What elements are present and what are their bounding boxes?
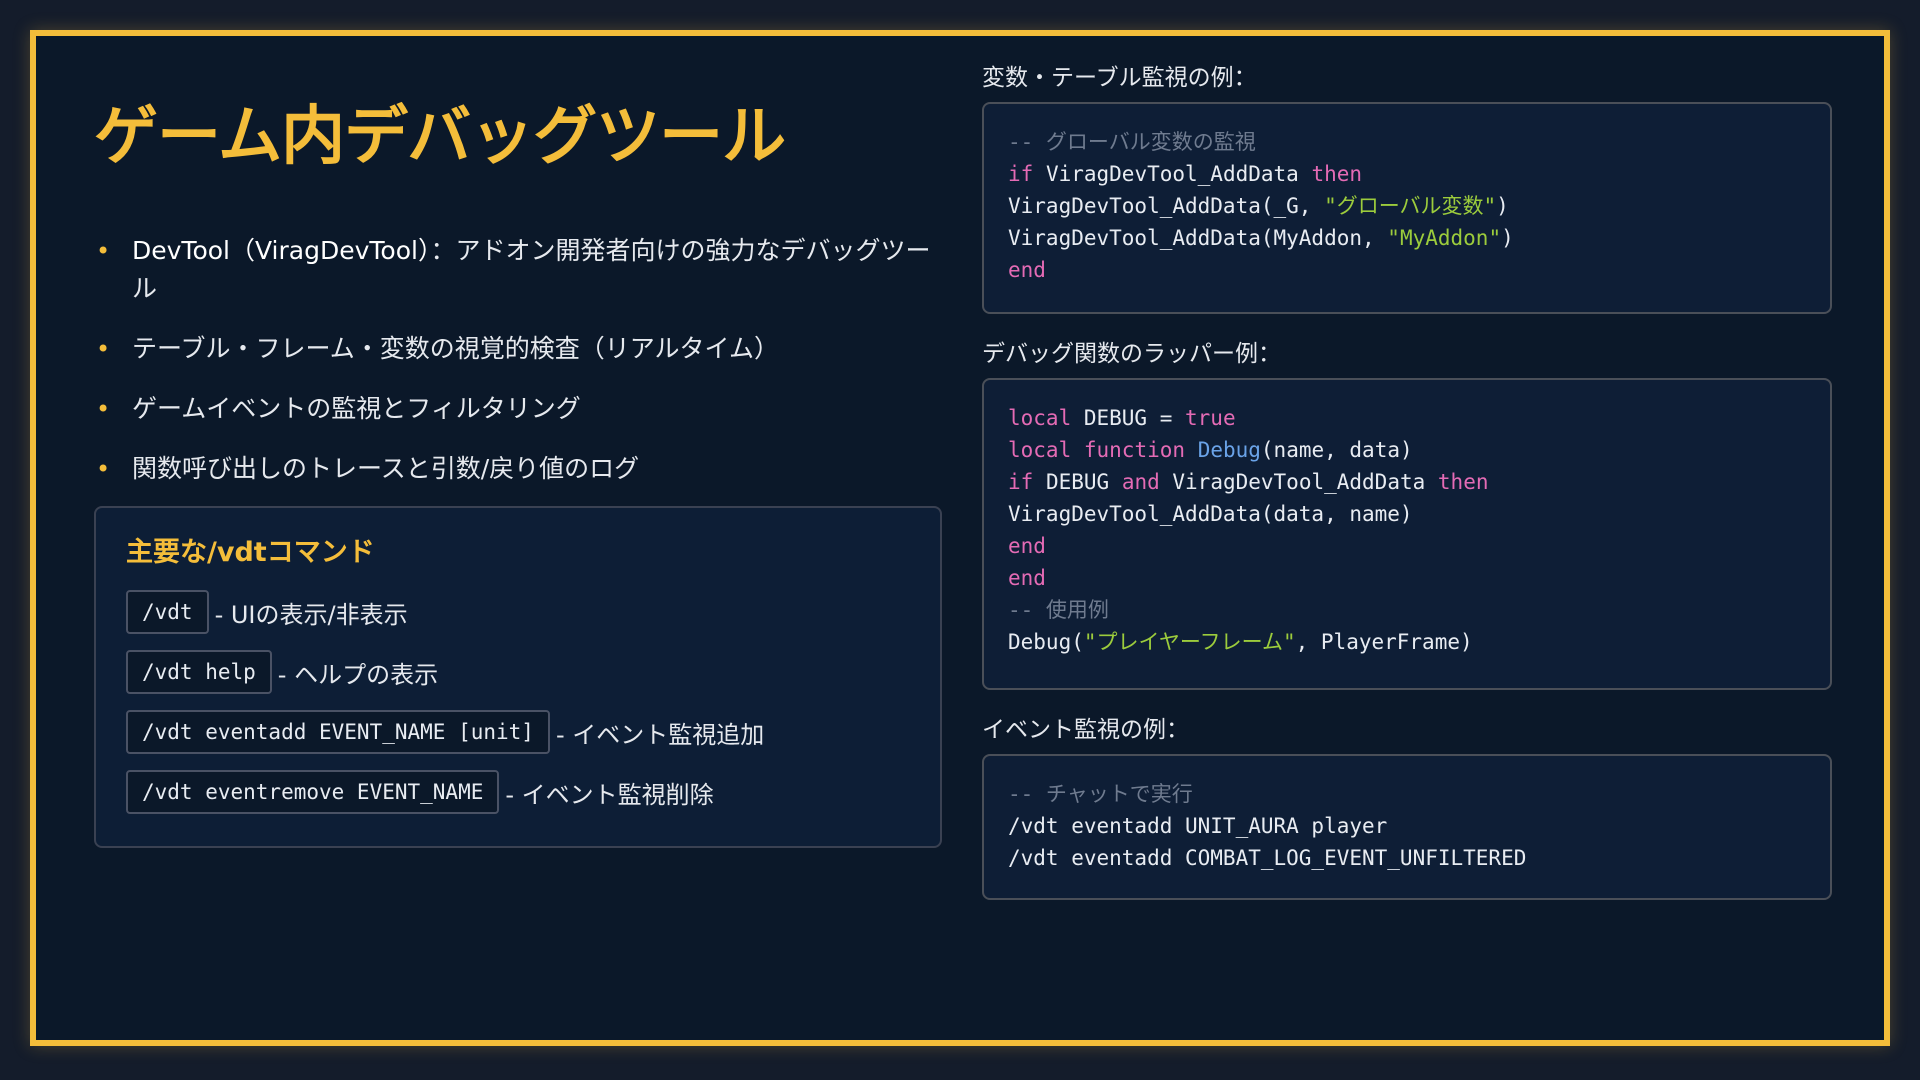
code-token: Debug( <box>1008 630 1084 654</box>
code-token: -- チャットで実行 <box>1008 782 1193 806</box>
code-line: end <box>1008 254 1806 286</box>
code-token: true <box>1185 406 1236 430</box>
code-token: /vdt eventadd COMBAT_LOG_EVENT_UNFILTERE… <box>1008 846 1527 870</box>
code-token: ViragDevTool_AddData(MyAddon, <box>1008 226 1388 250</box>
code-token: , PlayerFrame) <box>1295 630 1473 654</box>
code-token: "グローバル変数" <box>1324 194 1497 218</box>
command-row: /vdt - UIの表示/非表示 <box>126 589 910 635</box>
bullet-icon: • <box>96 395 111 424</box>
code-line: ViragDevTool_AddData(_G, "グローバル変数") <box>1008 190 1806 222</box>
code-token: ViragDevTool_AddData(_G, <box>1008 194 1325 218</box>
bullet-icon: • <box>96 455 111 484</box>
code-token: Debug <box>1197 438 1261 462</box>
list-item: • 関数呼び出しのトレースと引数/戻り値のログ <box>94 450 946 488</box>
code-token: "プレイヤーフレーム" <box>1083 630 1296 654</box>
list-item: • DevTool（ViragDevTool）：アドオン開発者向けの強力なデバッグ… <box>94 232 946 308</box>
code-token: if <box>1008 470 1034 494</box>
code-line: local function Debug(name, data) <box>1008 434 1806 466</box>
code-token: then <box>1437 470 1489 494</box>
bullet-text: テーブル・フレーム・変数の視覚的検査（リアルタイム） <box>132 334 780 364</box>
code-line: end <box>1008 562 1806 594</box>
code-line: if ViragDevTool_AddData then <box>1008 158 1806 190</box>
page-title: ゲーム内デバッグツール <box>94 100 786 174</box>
left-column: ゲーム内デバッグツール • DevTool（ViragDevTool）：アドオン開… <box>94 66 946 848</box>
code-token: DEBUG <box>1033 470 1122 494</box>
command-description: - イベント監視削除 <box>505 780 714 809</box>
code-line: ViragDevTool_AddData(MyAddon, "MyAddon") <box>1008 222 1806 254</box>
code-line: local DEBUG = true <box>1008 402 1806 434</box>
command-code: /vdt help <box>126 650 272 694</box>
code-line: -- チャットで実行 <box>1008 778 1806 810</box>
code-line: if DEBUG and ViragDevTool_AddData then <box>1008 466 1806 498</box>
code-token: and <box>1121 470 1160 494</box>
bullet-lead: DevTool（ViragDevTool） <box>132 236 431 266</box>
example-label-debug-wrapper: デバッグ関数のラッパー例： <box>982 341 1281 367</box>
code-token: ) <box>1496 194 1509 218</box>
right-column: 変数・テーブル監視の例： -- グローバル変数の監視 if ViragDevToo… <box>982 62 1832 900</box>
code-line: ViragDevTool_AddData(data, name) <box>1008 498 1806 530</box>
code-token: "MyAddon" <box>1387 226 1502 250</box>
code-line: Debug("プレイヤーフレーム", PlayerFrame) <box>1008 626 1806 658</box>
code-line: end <box>1008 530 1806 562</box>
command-code: /vdt <box>126 590 209 634</box>
command-panel: 主要な/vdtコマンド /vdt - UIの表示/非表示 /vdt help -… <box>94 506 942 848</box>
code-token: ViragDevTool_AddData <box>1159 470 1438 494</box>
bullet-icon: • <box>96 335 111 364</box>
command-row: /vdt help - ヘルプの表示 <box>126 649 910 695</box>
code-token: /vdt eventadd UNIT_AURA player <box>1008 814 1388 838</box>
code-token: -- グローバル変数の監視 <box>1008 130 1256 154</box>
command-description: - ヘルプの表示 <box>277 660 439 689</box>
code-token: DEBUG = <box>1071 406 1186 430</box>
example-label-variables: 変数・テーブル監視の例： <box>982 65 1257 91</box>
code-token: then <box>1311 162 1363 186</box>
code-token: end <box>1008 258 1046 282</box>
bullet-text: ゲームイベントの監視とフィルタリング <box>132 394 581 424</box>
code-block-variables: -- グローバル変数の監視 if ViragDevTool_AddData the… <box>982 102 1832 314</box>
command-row: /vdt eventadd EVENT_NAME [unit] - イベント監視… <box>126 709 910 755</box>
bullet-icon: • <box>96 237 111 266</box>
example-label-event-monitor: イベント監視の例： <box>982 717 1189 743</box>
code-token: function <box>1083 438 1186 462</box>
list-item: • ゲームイベントの監視とフィルタリング <box>94 390 946 428</box>
command-code: /vdt eventremove EVENT_NAME <box>126 770 500 814</box>
command-code: /vdt eventadd EVENT_NAME [unit] <box>126 710 550 754</box>
command-description: - イベント監視追加 <box>555 720 765 749</box>
code-token: local <box>1008 438 1072 462</box>
code-token: (name, data) <box>1260 438 1413 462</box>
code-token: ) <box>1501 226 1514 250</box>
code-block-event-monitor: -- チャットで実行/vdt eventadd UNIT_AURA player… <box>982 754 1832 900</box>
code-token: local <box>1008 406 1072 430</box>
command-panel-heading: 主要な/vdtコマンド <box>126 537 375 568</box>
slide-frame: ゲーム内デバッグツール • DevTool（ViragDevTool）：アドオン開… <box>30 30 1890 1046</box>
list-item: • テーブル・フレーム・変数の視覚的検査（リアルタイム） <box>94 330 946 368</box>
feature-list: • DevTool（ViragDevTool）：アドオン開発者向けの強力なデバッグ… <box>94 232 946 488</box>
code-token: ViragDevTool_AddData(data, name) <box>1008 502 1413 526</box>
code-token: -- 使用例 <box>1008 598 1109 622</box>
code-token: if <box>1008 162 1034 186</box>
code-line: /vdt eventadd UNIT_AURA player <box>1008 810 1806 842</box>
command-row: /vdt eventremove EVENT_NAME - イベント監視削除 <box>126 769 910 815</box>
code-line: -- グローバル変数の監視 <box>1008 126 1806 158</box>
command-description: - UIの表示/非表示 <box>214 600 408 629</box>
code-token: end <box>1008 534 1046 558</box>
bullet-text: 関数呼び出しのトレースと引数/戻り値のログ <box>132 454 640 484</box>
code-token: end <box>1008 566 1046 590</box>
code-line: /vdt eventadd COMBAT_LOG_EVENT_UNFILTERE… <box>1008 842 1806 874</box>
code-block-debug-wrapper: local DEBUG = true local function Debug(n… <box>982 378 1832 690</box>
code-token: ViragDevTool_AddData <box>1033 162 1312 186</box>
code-line: -- 使用例 <box>1008 594 1806 626</box>
